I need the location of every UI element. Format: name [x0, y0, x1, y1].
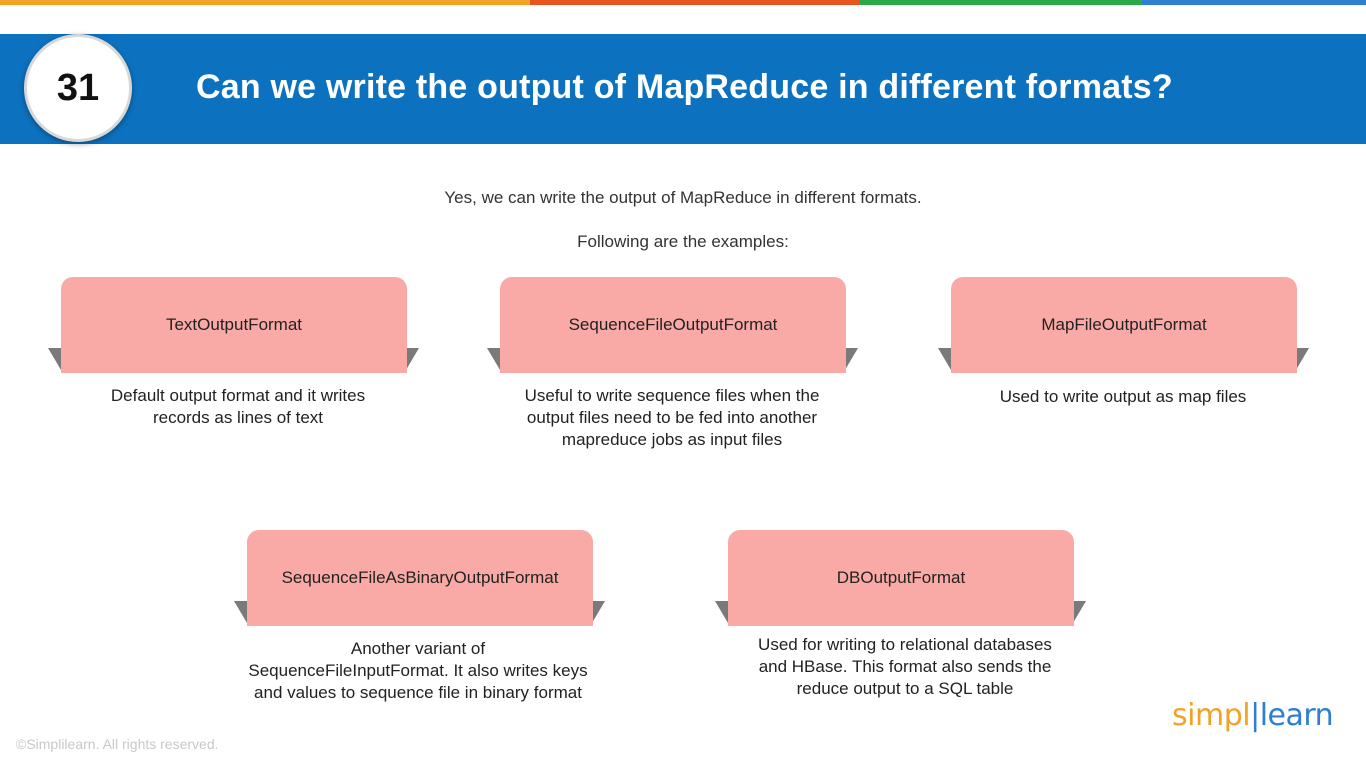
intro-line-1: Yes, we can write the output of MapReduc… — [444, 188, 922, 207]
accent-red — [530, 0, 860, 5]
format-description: Used to write output as map files — [920, 386, 1326, 408]
top-accent-bar — [0, 0, 1366, 5]
format-card-sequencefile-binary: SequenceFileAsBinaryOutputFormat — [247, 530, 593, 626]
description-line: records as lines of text — [152, 408, 324, 427]
format-card-sequencefile: SequenceFileOutputFormat — [500, 277, 846, 373]
format-description: Useful to write sequence files when the … — [466, 385, 878, 451]
card-fold-right — [1296, 348, 1309, 370]
slide-title: Can we write the output of MapReduce in … — [196, 68, 1173, 106]
card-fold-left — [234, 601, 247, 623]
description-line: Used to write output as map files — [999, 387, 1247, 406]
logo-separator: | — [1250, 698, 1260, 733]
accent-green — [860, 0, 1142, 5]
card-fold-right — [1073, 601, 1086, 623]
description-line: output files need to be fed into another — [526, 408, 818, 427]
card-fold-left — [48, 348, 61, 370]
description-line: SequenceFileInputFormat. It also writes … — [248, 661, 588, 680]
description-line: Useful to write sequence files when the — [524, 386, 820, 405]
card-fold-left — [938, 348, 951, 370]
format-name: DBOutputFormat — [836, 568, 966, 587]
card-fold-left — [487, 348, 500, 370]
accent-orange — [0, 0, 530, 5]
description-line: mapreduce jobs as input files — [561, 430, 783, 449]
format-name: TextOutputFormat — [165, 315, 303, 334]
description-line: and HBase. This format also sends the — [758, 657, 1052, 676]
format-name: MapFileOutputFormat — [1041, 315, 1207, 334]
description-line: Default output format and it writes — [110, 386, 366, 405]
intro-line-2: Following are the examples: — [577, 232, 789, 251]
format-name: SequenceFileAsBinaryOutputFormat — [281, 568, 559, 587]
description-line: Another variant of — [350, 639, 486, 658]
format-card-mapfile: MapFileOutputFormat — [951, 277, 1297, 373]
description-line: and values to sequence file in binary fo… — [254, 683, 582, 702]
format-description: Default output format and it writes reco… — [40, 385, 436, 429]
logo-text-part2: learn — [1259, 698, 1334, 733]
card-fold-right — [406, 348, 419, 370]
format-card-db: DBOutputFormat — [728, 530, 1074, 626]
card-fold-right — [845, 348, 858, 370]
copyright-notice: ©Simplilearn. All rights reserved. — [16, 736, 219, 752]
card-fold-left — [715, 601, 728, 623]
format-description: Used for writing to relational databases… — [698, 634, 1112, 700]
format-name: SequenceFileOutputFormat — [568, 315, 778, 334]
description-line: Used for writing to relational databases — [758, 635, 1052, 654]
format-description: Another variant of SequenceFileInputForm… — [198, 638, 638, 704]
question-number-badge: 31 — [24, 34, 132, 142]
logo-text-part1: simpl — [1172, 698, 1251, 733]
simplilearn-logo: simpl|learn — [1172, 698, 1334, 733]
format-card-text: TextOutputFormat — [61, 277, 407, 373]
card-fold-right — [592, 601, 605, 623]
accent-blue — [1142, 0, 1366, 5]
description-line: reduce output to a SQL table — [796, 679, 1014, 698]
question-number: 31 — [56, 66, 100, 109]
